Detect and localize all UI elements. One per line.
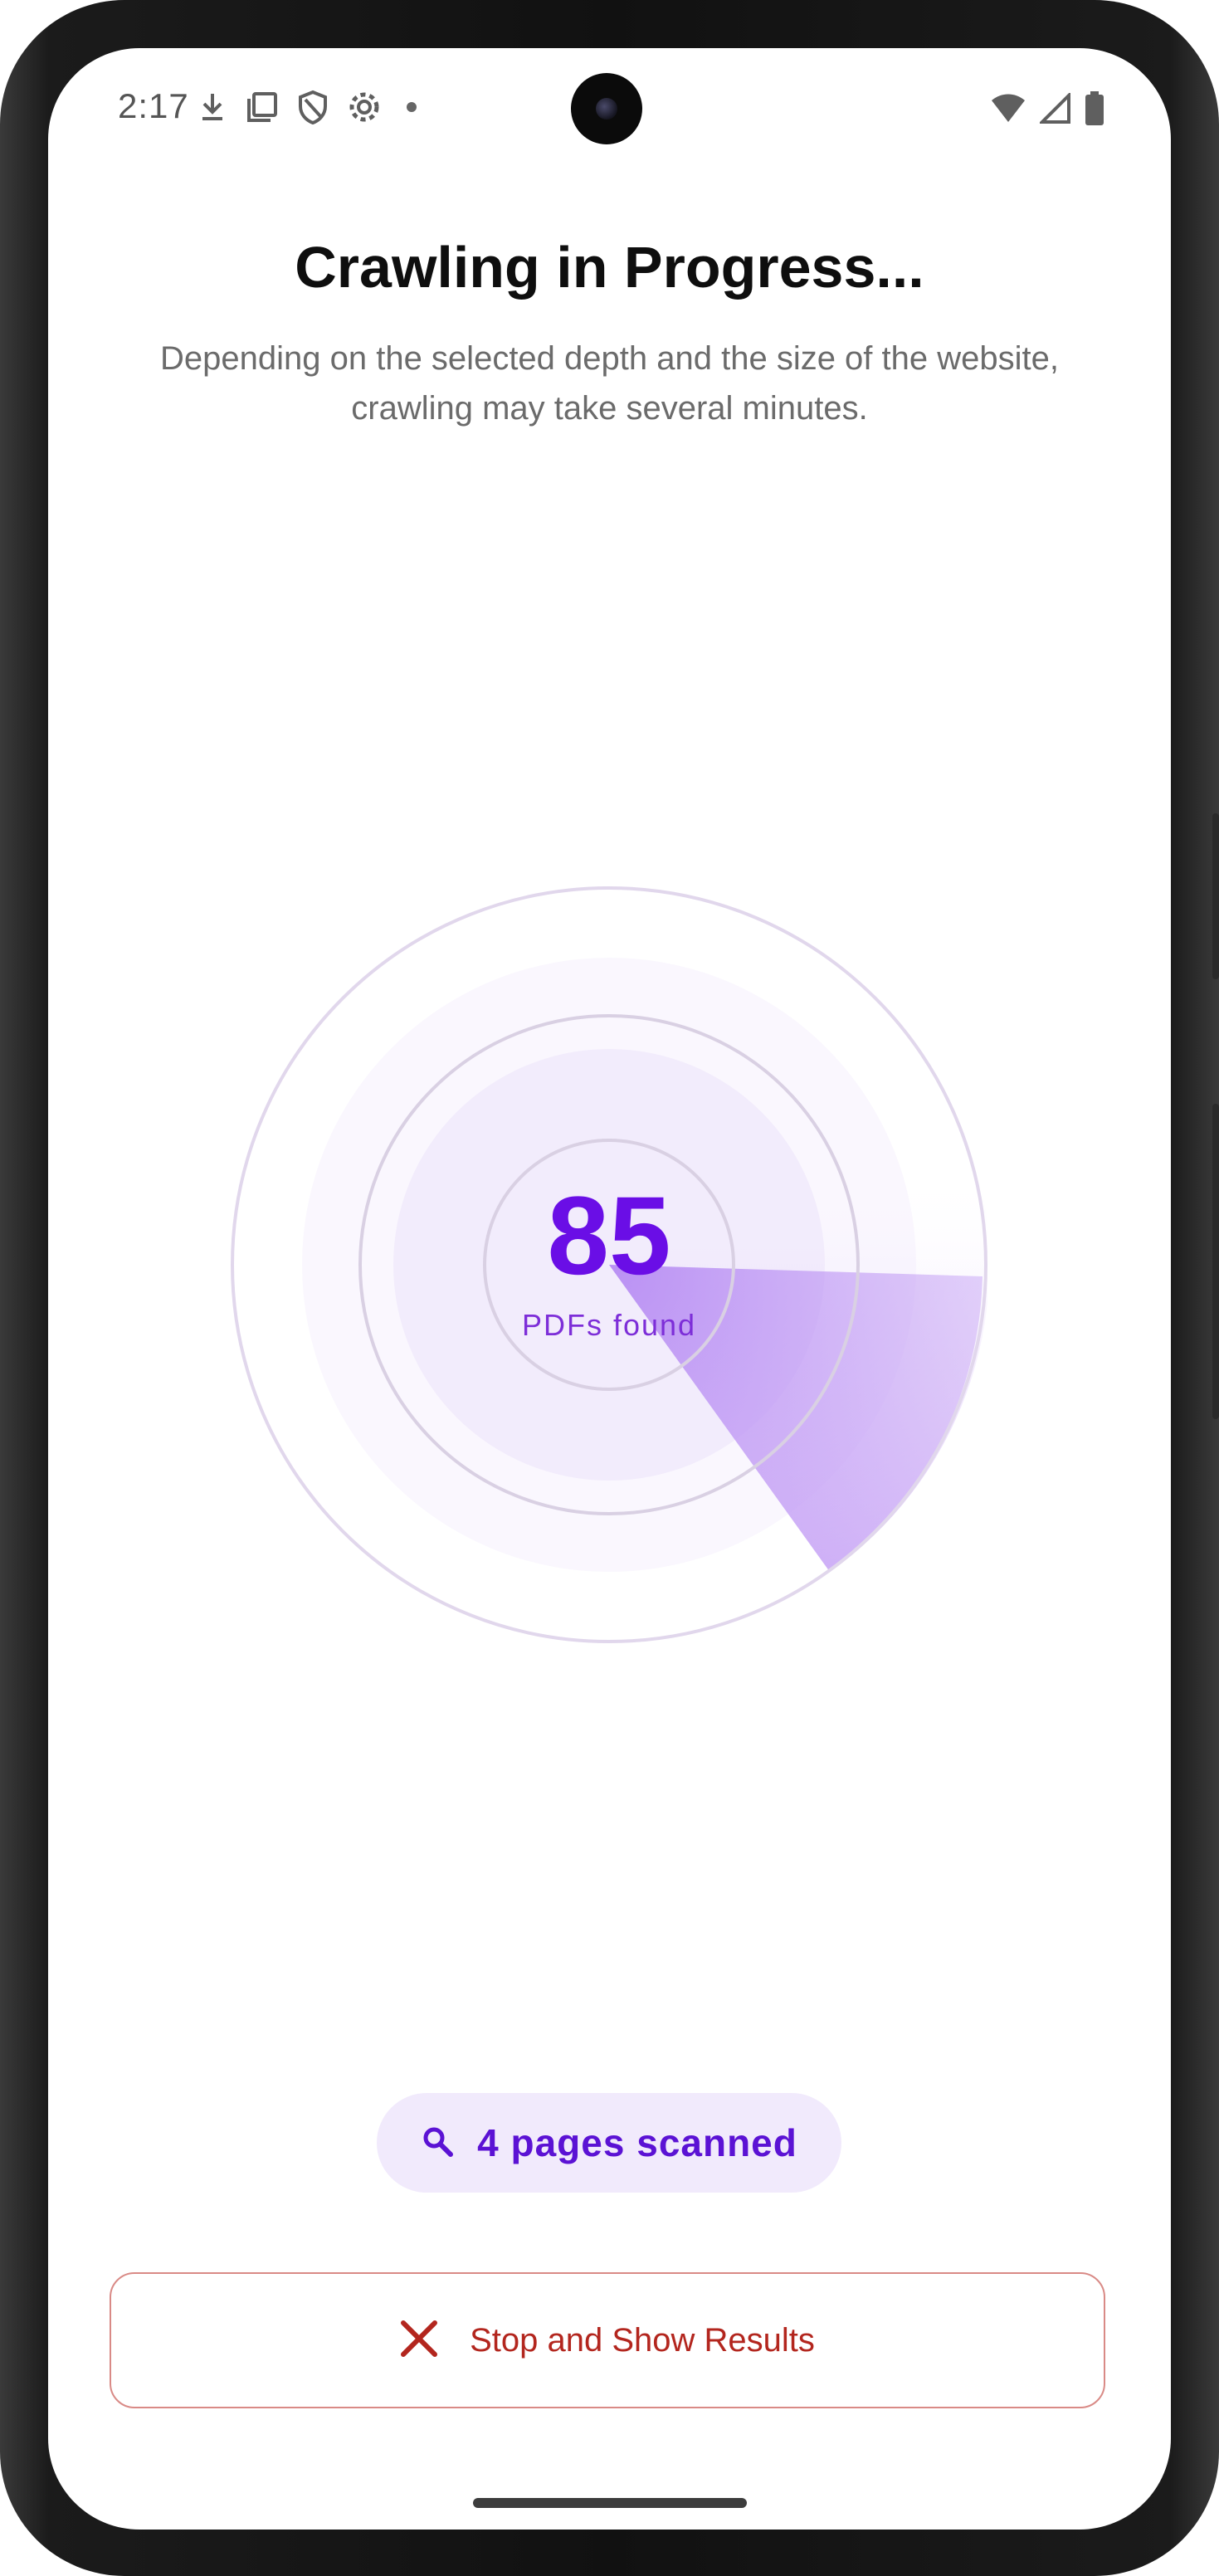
pages-scanned-chip: 4 pages scanned [377,2093,841,2193]
download-icon [197,90,227,124]
stop-button-label: Stop and Show Results [470,2321,815,2359]
volume-button [1212,813,1219,979]
battery-icon [1085,91,1104,130]
status-icons-right [990,91,1104,130]
status-time: 2:17 [118,86,189,125]
signal-icon [1038,91,1071,129]
search-icon [421,2125,454,2162]
pdf-count-label: PDFs found [521,1308,697,1342]
screen: 2:17 Crawling in Progress... Depending o… [48,48,1171,2530]
wifi-icon [990,94,1026,128]
stop-and-show-results-button[interactable]: Stop and Show Results [110,2272,1105,2408]
copy-icon [246,90,279,124]
status-icons-left [197,90,417,124]
close-icon [400,2320,438,2362]
settings-icon [347,90,382,124]
phone-frame: 2:17 Crawling in Progress... Depending o… [0,0,1219,2576]
home-indicator[interactable] [473,2498,747,2508]
pages-scanned-label: 4 pages scanned [477,2121,797,2164]
front-camera [571,73,642,144]
page-subtitle: Depending on the selected depth and the … [160,340,1059,427]
pdf-count: 85 [547,1174,671,1298]
shield-icon [297,90,329,124]
power-button [1212,1104,1219,1419]
radar-progress: 85 PDFs found [231,886,987,1643]
page-title: Crawling in Progress... [295,235,924,300]
dot-icon [407,102,417,112]
status-bar: 2:17 [48,48,1171,173]
